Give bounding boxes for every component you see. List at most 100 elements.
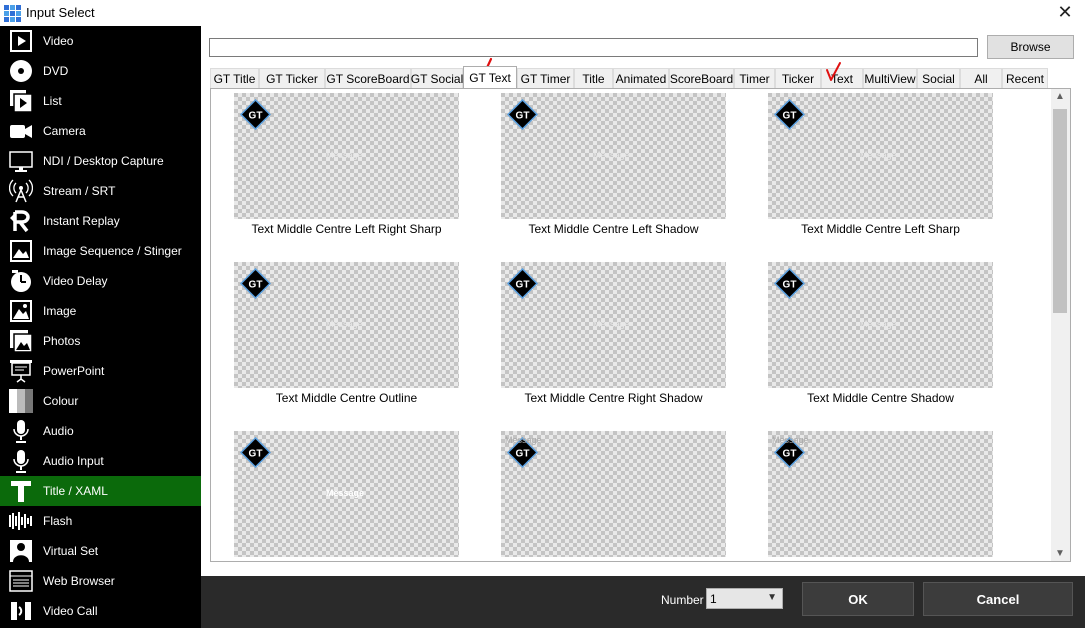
tab-gt-timer[interactable]: GT Timer: [517, 68, 574, 88]
sidebar-item-label: Image: [43, 304, 77, 318]
sidebar-item-label: DVD: [43, 64, 69, 78]
monitor-icon: [8, 148, 34, 174]
sidebar-item-label: Virtual Set: [43, 544, 99, 558]
sidebar-item-dvd[interactable]: DVD: [0, 56, 201, 86]
file-path-input[interactable]: [209, 38, 978, 57]
template-card[interactable]: GT Message Text Middle Centre Right Shadow: [501, 262, 726, 405]
tab-animated[interactable]: Animated: [613, 68, 669, 88]
tab-multiview[interactable]: MultiView: [863, 68, 917, 88]
sidebar-item-photos[interactable]: Photos: [0, 326, 201, 356]
template-label: Text Middle Centre Left Sharp: [801, 222, 960, 236]
template-thumbnail[interactable]: GT Message: [234, 431, 459, 557]
stream-icon: [8, 178, 34, 204]
scroll-down-icon[interactable]: ▼: [1055, 548, 1065, 559]
tab-social[interactable]: Social: [917, 68, 960, 88]
footer-bar: Number 1 ▼ OK Cancel: [201, 576, 1085, 628]
sidebar-item-audio-input[interactable]: Audio Input: [0, 446, 201, 476]
svg-text:GT: GT: [783, 449, 797, 460]
sidebar-item-virtual-set[interactable]: Virtual Set: [0, 536, 201, 566]
browse-button[interactable]: Browse: [987, 35, 1074, 59]
sidebar-item-stream-srt[interactable]: Stream / SRT: [0, 176, 201, 206]
video-icon: [8, 28, 34, 54]
gt-logo-icon: GT: [773, 98, 806, 131]
close-button[interactable]: ✕: [1053, 2, 1077, 24]
template-thumbnail[interactable]: GT Message: [234, 262, 459, 388]
template-card[interactable]: GT Message: [234, 431, 459, 560]
title-icon: [8, 478, 34, 504]
sidebar-item-label: Web Browser: [43, 574, 115, 588]
microphone-icon: [8, 418, 34, 444]
title-bar: Input Select ✕: [0, 0, 1085, 27]
sidebar-item-image-sequence-stinger[interactable]: Image Sequence / Stinger: [0, 236, 201, 266]
sidebar-item-image[interactable]: Image: [0, 296, 201, 326]
tab-gt-title[interactable]: GT Title: [210, 68, 259, 88]
tab-gt-social[interactable]: GT Social: [411, 68, 463, 88]
svg-text:GT: GT: [516, 280, 530, 291]
number-label: Number: [661, 593, 704, 607]
tab-ticker[interactable]: Ticker: [775, 68, 821, 88]
gt-logo-icon: GT: [506, 267, 539, 300]
template-card[interactable]: GT Message: [768, 431, 993, 560]
sidebar-item-label: Audio: [43, 424, 74, 438]
template-thumbnail[interactable]: GT Message: [768, 93, 993, 219]
tab-gt-text[interactable]: GT Text: [463, 66, 517, 88]
template-thumbnail[interactable]: GT Message: [234, 93, 459, 219]
cancel-button[interactable]: Cancel: [923, 582, 1073, 616]
number-select[interactable]: 1 ▼: [706, 588, 783, 609]
sidebar-item-video-delay[interactable]: Video Delay: [0, 266, 201, 296]
tab-gt-scoreboard[interactable]: GT ScoreBoard: [325, 68, 411, 88]
tab-text[interactable]: Text: [821, 68, 863, 88]
list-icon: [8, 88, 34, 114]
template-thumbnail[interactable]: GT Message: [501, 431, 726, 557]
scroll-up-icon[interactable]: ▲: [1055, 91, 1065, 102]
sidebar-item-label: Photos: [43, 334, 81, 348]
sidebar-item-flash[interactable]: Flash: [0, 506, 201, 536]
category-tabs: GT Title GT Ticker GT ScoreBoard GT Social G…: [210, 66, 1050, 88]
template-card[interactable]: GT Message: [501, 431, 726, 560]
template-thumbnail[interactable]: GT Message: [501, 93, 726, 219]
template-label: Text Middle Centre Outline: [275, 391, 418, 405]
sidebar-item-instant-replay[interactable]: Instant Replay: [0, 206, 201, 236]
template-gallery: GT Message Text Middle Centre Left Right S…: [210, 88, 1071, 562]
sidebar-item-camera[interactable]: Camera: [0, 116, 201, 146]
clock-icon: [8, 268, 34, 294]
sidebar-item-colour[interactable]: Colour: [0, 386, 201, 416]
gt-logo-icon: GT: [773, 267, 806, 300]
template-card[interactable]: GT Message Text Middle Centre Left Right S…: [234, 93, 459, 236]
sidebar-item-label: List: [43, 94, 62, 108]
template-card[interactable]: GT Message Text Middle Centre Shadow: [768, 262, 993, 405]
chevron-down-icon[interactable]: ▼: [767, 592, 777, 603]
template-thumbnail[interactable]: GT Message: [768, 262, 993, 388]
tab-timer[interactable]: Timer: [734, 68, 775, 88]
sidebar-item-video[interactable]: Video: [0, 26, 201, 56]
vertical-scrollbar[interactable]: ▲ ▼: [1051, 89, 1070, 561]
tab-all[interactable]: All: [960, 68, 1002, 88]
tab-recent[interactable]: Recent: [1002, 68, 1048, 88]
tab-gt-ticker[interactable]: GT Ticker: [259, 68, 325, 88]
ok-button[interactable]: OK: [802, 582, 914, 616]
template-thumbnail[interactable]: GT Message: [501, 262, 726, 388]
sidebar-item-audio[interactable]: Audio: [0, 416, 201, 446]
image-sequence-icon: [8, 238, 34, 264]
sidebar-item-title-xaml[interactable]: Title / XAML: [0, 476, 201, 506]
sidebar-item-powerpoint[interactable]: PowerPoint: [0, 356, 201, 386]
sidebar-item-list[interactable]: List: [0, 86, 201, 116]
tab-scoreboard[interactable]: ScoreBoard: [669, 68, 734, 88]
message-placeholder-text: Message: [772, 435, 809, 445]
sidebar-item-label: Instant Replay: [43, 214, 120, 228]
sidebar-item-web-browser[interactable]: Web Browser: [0, 566, 201, 596]
gt-logo-icon: GT: [239, 436, 272, 469]
sidebar-item-label: Camera: [43, 124, 86, 138]
message-placeholder-text: Message: [505, 435, 542, 445]
window-title: Input Select: [26, 5, 95, 20]
template-card[interactable]: GT Message Text Middle Centre Left Shadow: [501, 93, 726, 236]
template-thumbnail[interactable]: GT Message: [768, 431, 993, 557]
template-card[interactable]: GT Message Text Middle Centre Outline: [234, 262, 459, 405]
sidebar-item-ndi-desktop-capture[interactable]: NDI / Desktop Capture: [0, 146, 201, 176]
tab-title[interactable]: Title: [574, 68, 613, 88]
svg-text:GT: GT: [249, 111, 263, 122]
sidebar-item-video-call[interactable]: Video Call: [0, 596, 201, 626]
template-card[interactable]: GT Message Text Middle Centre Left Sharp: [768, 93, 993, 236]
scroll-thumb[interactable]: [1053, 109, 1067, 313]
colour-icon: [8, 388, 34, 414]
